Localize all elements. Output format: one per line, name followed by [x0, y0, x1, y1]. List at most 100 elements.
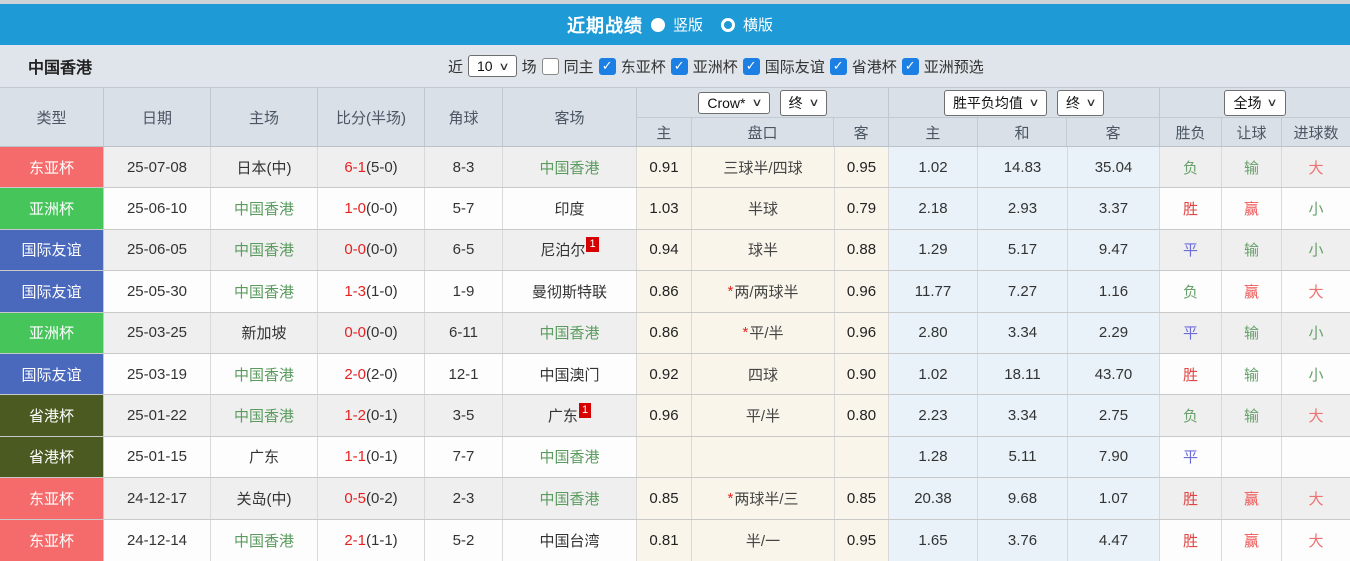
mean-home-cell: 1.29 — [889, 229, 978, 271]
date-cell: 25-01-22 — [104, 395, 211, 436]
match-row: 亚洲杯 25-06-10 中国香港 1-0 (0-0) 5-7 印度 1.03 半… — [0, 188, 1350, 230]
checkbox-label[interactable]: 国际友谊 — [765, 56, 825, 77]
mean-away-cell: 43.70 — [1068, 353, 1160, 395]
handicap-result-cell: 输 — [1222, 147, 1282, 188]
radio-horizontal-layout[interactable] — [721, 17, 735, 32]
odds-company-value: Crow* — [707, 94, 746, 111]
type-badge: 国际友谊 — [0, 353, 104, 395]
odds-away-cell: 0.90 — [835, 353, 889, 395]
home-team-cell: 广东 — [211, 436, 318, 478]
match-row: 国际友谊 25-06-05 中国香港 0-0 (0-0) 6-5 尼泊尔 1 0.9… — [0, 229, 1350, 272]
odds-period-select[interactable]: 终 ∨ — [779, 89, 827, 116]
mean-type-value: 胜平负均值 — [952, 94, 1023, 111]
date-cell: 25-06-05 — [104, 229, 211, 271]
handicap-text: 平/半 — [749, 325, 784, 343]
halftime-score: (1-0) — [366, 282, 398, 300]
mean-period-select[interactable]: 终 ∨ — [1057, 89, 1105, 116]
halftime-score: (1-1) — [366, 531, 398, 549]
result-value: 胜 — [1182, 366, 1198, 384]
halftime-score: (0-1) — [366, 407, 398, 425]
mean-away-cell: 35.04 — [1068, 147, 1160, 188]
checkbox-icon[interactable]: ✓ — [670, 57, 688, 75]
radio-horizontal-label[interactable]: 横版 — [743, 14, 773, 35]
date-cell: 24-12-17 — [104, 478, 211, 519]
handicap-cell: 球半 — [692, 229, 835, 271]
mean-away-cell: 7.90 — [1068, 436, 1160, 478]
away-team-name: 中国台湾 — [539, 532, 600, 550]
match-count-value: 10 — [477, 58, 493, 74]
checkbox-icon[interactable] — [541, 57, 559, 75]
handicap-text: 三球半/四球 — [723, 159, 803, 177]
handicap-text: 半/一 — [745, 532, 781, 550]
checkbox-label[interactable]: 同主 — [564, 56, 594, 77]
goals-value: 小 — [1308, 201, 1324, 219]
result-group-header: 全场 ∨ 胜负 让球 进球数 — [1160, 88, 1350, 146]
score-cell: 0-0 (0-0) — [318, 312, 425, 353]
fulltime-score: 0-5 — [344, 489, 366, 507]
odds-group-header: Crow* ∨ 终 ∨ 主 盘口 客 — [637, 88, 889, 146]
radio-vertical-label[interactable]: 竖版 — [673, 14, 703, 35]
away-team-cell: 尼泊尔 1 — [503, 229, 637, 271]
score-cell: 1-1 (0-1) — [318, 436, 425, 478]
fulltime-score: 1-0 — [344, 200, 366, 218]
col-header-result: 胜负 — [1160, 118, 1222, 146]
handicap-star: * — [727, 489, 734, 507]
odds-company-select[interactable]: Crow* ∨ — [698, 91, 770, 114]
date-cell: 25-06-10 — [104, 188, 211, 229]
checkbox-icon[interactable]: ✓ — [901, 57, 919, 75]
result-value: 平 — [1182, 242, 1198, 260]
checkbox-icon[interactable]: ✓ — [598, 57, 616, 75]
type-badge: 东亚杯 — [0, 519, 104, 561]
odds-home-cell: 0.86 — [637, 312, 692, 353]
checkbox-label[interactable]: 东亚杯 — [621, 56, 666, 77]
chevron-down-icon: ∨ — [807, 97, 820, 110]
mean-home-cell: 20.38 — [889, 478, 978, 519]
near-label: 近 — [448, 58, 464, 76]
checkbox-icon[interactable]: ✓ — [829, 57, 847, 75]
odds-home-cell — [637, 436, 692, 478]
away-team-cell: 中国香港 — [503, 147, 637, 188]
result-cell: 平 — [1160, 312, 1222, 353]
radio-vertical-layout[interactable] — [650, 17, 665, 32]
handicap-result-value: 输 — [1243, 325, 1259, 343]
home-team-cell: 中国香港 — [211, 353, 318, 395]
odds-home-cell: 0.92 — [637, 353, 692, 395]
mean-draw-cell: 3.34 — [978, 312, 1068, 353]
col-header-corner: 角球 — [425, 88, 503, 146]
chevron-down-icon: ∨ — [750, 97, 763, 110]
col-header-score: 比分(半场) — [318, 88, 425, 146]
handicap-text: 两/两球半 — [734, 283, 799, 301]
away-team-name: 曼彻斯特联 — [531, 283, 607, 301]
scope-select[interactable]: 全场 ∨ — [1224, 89, 1286, 116]
col-header-type: 类型 — [0, 88, 104, 146]
checkbox-label[interactable]: 省港杯 — [852, 56, 897, 77]
checkbox-icon[interactable]: ✓ — [742, 57, 760, 75]
away-team-cell: 中国澳门 — [503, 353, 637, 395]
goals-value: 大 — [1308, 490, 1324, 508]
corner-cell: 2-3 — [425, 478, 503, 519]
handicap-result-cell: 输 — [1222, 312, 1282, 353]
result-cell: 胜 — [1160, 519, 1222, 561]
filter-bar: 中国香港 近 10 ∨ 场 同主 ✓ 东亚杯 ✓ 亚洲杯 ✓ 国际友谊 ✓ 省港… — [0, 45, 1350, 88]
result-cell: 平 — [1160, 229, 1222, 271]
handicap-result-cell: 输 — [1222, 395, 1282, 436]
match-rows: 东亚杯 25-07-08 日本(中) 6-1 (5-0) 8-3 中国香港 0.9… — [0, 147, 1350, 561]
scope-value: 全场 — [1233, 94, 1262, 111]
odds-away-cell: 0.79 — [835, 188, 889, 229]
goals-value: 大 — [1308, 408, 1324, 426]
handicap-result-value: 输 — [1243, 242, 1259, 260]
mean-type-select[interactable]: 胜平负均值 ∨ — [943, 89, 1047, 116]
match-count-select[interactable]: 10 ∨ — [468, 55, 517, 77]
goals-cell — [1282, 437, 1350, 477]
col-header-odds-home: 主 — [637, 118, 692, 146]
corner-cell: 8-3 — [425, 147, 503, 188]
team-name: 中国香港 — [28, 60, 93, 77]
away-team-name: 中国香港 — [539, 325, 600, 343]
checkbox-label[interactable]: 亚洲预选 — [924, 56, 984, 77]
chevron-down-icon: ∨ — [497, 60, 510, 73]
mean-away-cell: 1.07 — [1068, 478, 1160, 519]
corner-cell: 6-11 — [425, 312, 503, 353]
mean-away-cell: 2.75 — [1068, 395, 1160, 436]
checkbox-label[interactable]: 亚洲杯 — [693, 56, 738, 77]
table-header: 类型 日期 主场 比分(半场) 角球 客场 Crow* ∨ 终 ∨ 主 盘口 客 — [0, 88, 1350, 147]
